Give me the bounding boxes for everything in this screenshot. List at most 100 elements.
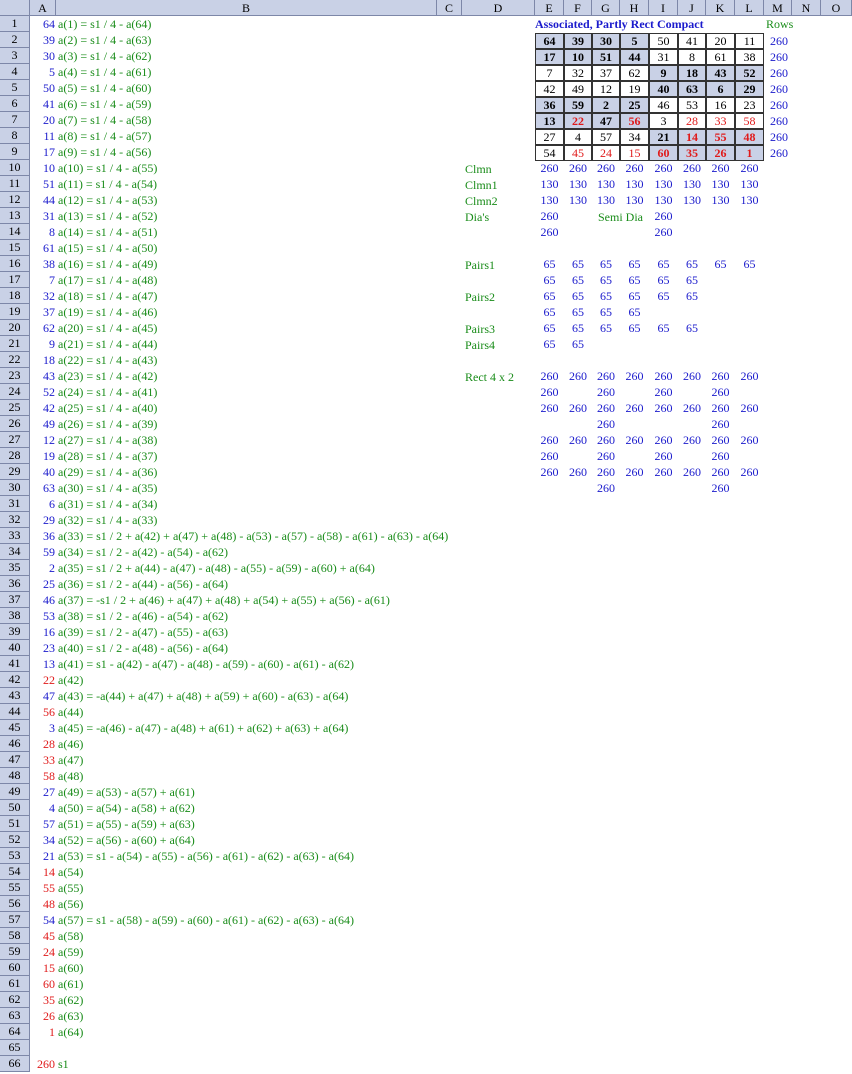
check-cell[interactable]: 65 — [706, 256, 735, 272]
row-header-60[interactable]: 60 — [0, 960, 30, 976]
square-cell[interactable]: 52 — [735, 65, 764, 81]
cell-b46[interactable]: a(46) — [58, 736, 83, 752]
check-cell[interactable]: 260 — [706, 160, 735, 176]
cell-b66[interactable]: s1 — [58, 1056, 69, 1072]
check-cell[interactable]: 65 — [620, 272, 649, 288]
row-header-56[interactable]: 56 — [0, 896, 30, 912]
cell-b25[interactable]: a(25) = s1 / 4 - a(40) — [58, 400, 157, 416]
row-header-2[interactable]: 2 — [0, 32, 30, 48]
cell-b33[interactable]: a(33) = s1 / 2 + a(42) + a(47) + a(48) -… — [58, 528, 448, 544]
square-cell[interactable]: 37 — [592, 65, 620, 81]
column-header-b[interactable]: B — [56, 0, 437, 16]
row-header-24[interactable]: 24 — [0, 384, 30, 400]
check-cell[interactable]: 260 — [620, 400, 649, 416]
cell-b50[interactable]: a(50) = a(54) - a(58) + a(62) — [58, 800, 195, 816]
cell-b20[interactable]: a(20) = s1 / 4 - a(45) — [58, 320, 157, 336]
check-cell[interactable]: 260 — [564, 432, 592, 448]
cell-a14[interactable]: 8 — [30, 224, 55, 240]
square-cell[interactable]: 56 — [620, 113, 649, 129]
square-cell[interactable]: 12 — [592, 81, 620, 97]
cell-b1[interactable]: a(1) = s1 / 4 - a(64) — [58, 16, 151, 32]
select-all-corner[interactable] — [0, 0, 30, 16]
square-cell[interactable]: 13 — [535, 113, 564, 129]
cell-a64[interactable]: 1 — [30, 1024, 55, 1040]
cell-a5[interactable]: 50 — [30, 80, 55, 96]
square-cell[interactable]: 53 — [678, 97, 706, 113]
check-cell[interactable]: 65 — [535, 288, 564, 304]
check-cell[interactable]: 260 — [649, 384, 678, 400]
cell-a18[interactable]: 32 — [30, 288, 55, 304]
square-cell[interactable]: 35 — [678, 145, 706, 161]
row-header-25[interactable]: 25 — [0, 400, 30, 416]
cell-a31[interactable]: 6 — [30, 496, 55, 512]
label-semi-dia[interactable]: Semi Dia — [598, 209, 643, 225]
row-header-57[interactable]: 57 — [0, 912, 30, 928]
cell-a22[interactable]: 18 — [30, 352, 55, 368]
cell-a51[interactable]: 57 — [30, 816, 55, 832]
check-cell[interactable]: 260 — [706, 432, 735, 448]
cell-b42[interactable]: a(42) — [58, 672, 83, 688]
label-rect[interactable]: Rect 4 x 2 — [465, 369, 514, 385]
check-cell[interactable]: 65 — [678, 272, 706, 288]
check-cell[interactable]: 260 — [706, 416, 735, 432]
check-cell[interactable]: 260 — [735, 368, 764, 384]
label-pairs2[interactable]: Pairs2 — [465, 289, 495, 305]
cell-b39[interactable]: a(39) = s1 / 2 - a(47) - a(55) - a(63) — [58, 624, 228, 640]
cell-b7[interactable]: a(7) = s1 / 4 - a(58) — [58, 112, 151, 128]
row-header-7[interactable]: 7 — [0, 112, 30, 128]
cell-b49[interactable]: a(49) = a(53) - a(57) + a(61) — [58, 784, 195, 800]
cell-b24[interactable]: a(24) = s1 / 4 - a(41) — [58, 384, 157, 400]
cell-b64[interactable]: a(64) — [58, 1024, 83, 1040]
cell-a66[interactable]: 260 — [30, 1056, 55, 1072]
square-cell[interactable]: 48 — [735, 129, 764, 145]
check-cell[interactable]: 260 — [735, 400, 764, 416]
row-header-13[interactable]: 13 — [0, 208, 30, 224]
label-clmn1[interactable]: Clmn1 — [465, 177, 498, 193]
check-cell[interactable]: 65 — [620, 288, 649, 304]
column-header-h[interactable]: H — [620, 0, 649, 16]
square-cell[interactable]: 18 — [678, 65, 706, 81]
column-header-f[interactable]: F — [564, 0, 592, 16]
cell-b19[interactable]: a(19) = s1 / 4 - a(46) — [58, 304, 157, 320]
square-cell[interactable]: 59 — [564, 97, 592, 113]
cell-b52[interactable]: a(52) = a(56) - a(60) + a(64) — [58, 832, 195, 848]
check-cell[interactable]: 65 — [620, 304, 649, 320]
square-cell[interactable]: 55 — [706, 129, 735, 145]
cell-b27[interactable]: a(27) = s1 / 4 - a(38) — [58, 432, 157, 448]
cell-a29[interactable]: 40 — [30, 464, 55, 480]
row-header-9[interactable]: 9 — [0, 144, 30, 160]
cell-a58[interactable]: 45 — [30, 928, 55, 944]
cell-b21[interactable]: a(21) = s1 / 4 - a(44) — [58, 336, 157, 352]
check-cell[interactable]: 65 — [620, 320, 649, 336]
label-pairs4[interactable]: Pairs4 — [465, 337, 495, 353]
row-header-48[interactable]: 48 — [0, 768, 30, 784]
row-header-61[interactable]: 61 — [0, 976, 30, 992]
label-pairs3[interactable]: Pairs3 — [465, 321, 495, 337]
cell-a39[interactable]: 16 — [30, 624, 55, 640]
square-cell[interactable]: 33 — [706, 113, 735, 129]
square-title[interactable]: Associated, Partly Rect Compact — [535, 16, 704, 32]
check-cell[interactable]: 260 — [649, 208, 678, 224]
cell-a48[interactable]: 58 — [30, 768, 55, 784]
row-header-66[interactable]: 66 — [0, 1056, 30, 1072]
cell-a33[interactable]: 36 — [30, 528, 55, 544]
square-cell[interactable]: 41 — [678, 33, 706, 49]
row-header-63[interactable]: 63 — [0, 1008, 30, 1024]
square-cell[interactable]: 57 — [592, 129, 620, 145]
row-sum-cell[interactable]: 260 — [770, 65, 788, 81]
check-cell[interactable]: 260 — [678, 432, 706, 448]
check-cell[interactable]: 130 — [592, 192, 620, 208]
square-cell[interactable]: 44 — [620, 49, 649, 65]
label-dias[interactable]: Dia's — [465, 209, 489, 225]
cell-b4[interactable]: a(4) = s1 / 4 - a(61) — [58, 64, 151, 80]
cell-b30[interactable]: a(30) = s1 / 4 - a(35) — [58, 480, 157, 496]
square-cell[interactable]: 50 — [649, 33, 678, 49]
square-cell[interactable]: 23 — [735, 97, 764, 113]
square-cell[interactable]: 43 — [706, 65, 735, 81]
rows-label[interactable]: Rows — [766, 16, 793, 32]
square-cell[interactable]: 31 — [649, 49, 678, 65]
row-header-42[interactable]: 42 — [0, 672, 30, 688]
square-cell[interactable]: 30 — [592, 33, 620, 49]
row-header-41[interactable]: 41 — [0, 656, 30, 672]
square-cell[interactable]: 63 — [678, 81, 706, 97]
